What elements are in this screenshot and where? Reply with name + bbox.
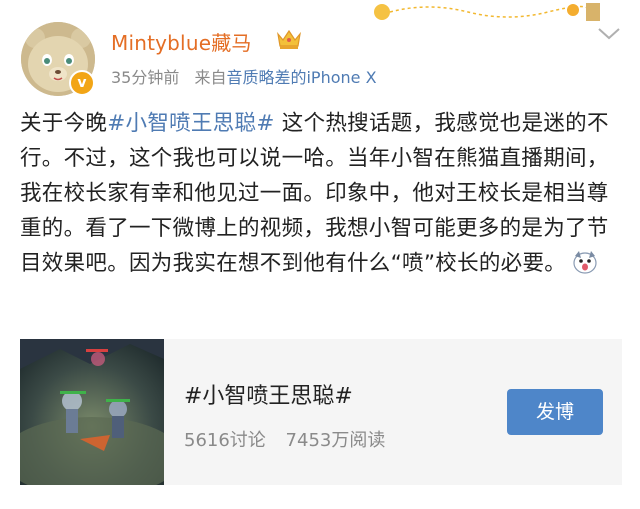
topic-thumbnail xyxy=(20,339,164,485)
avatar[interactable]: v xyxy=(21,22,95,96)
post-meta: 35分钟前 来自音质略差的iPhone X xyxy=(111,64,377,88)
source-link[interactable]: 音质略差的iPhone X xyxy=(226,68,376,87)
decorative-banner-icon xyxy=(374,3,600,21)
post-text-lead: 关于今晚 xyxy=(20,111,108,136)
source-prefix: 来自 xyxy=(194,68,227,87)
discussion-count: 5616讨论 xyxy=(184,430,266,451)
username[interactable]: Mintyblue藏马 xyxy=(111,27,252,56)
post-time: 35分钟前 xyxy=(111,68,180,87)
post-header: v Mintyblue藏马 35分钟前 来自音质略差的iPhone X xyxy=(0,0,640,100)
read-count: 7453万阅读 xyxy=(285,430,386,451)
game-scene-image xyxy=(20,339,164,485)
post-body: 关于今晚#小智喷王思聪# 这个热搜话题，我感觉也是迷的不行。不过，这个我也可以说… xyxy=(20,106,620,281)
post-button[interactable]: 发博 xyxy=(507,389,603,435)
dog-emoji-icon xyxy=(573,251,597,274)
topic-title[interactable]: #小智喷王思聪# xyxy=(184,378,353,410)
topic-stats: 5616讨论 7453万阅读 xyxy=(184,426,385,452)
verified-icon: v xyxy=(69,70,95,96)
crown-icon xyxy=(277,29,301,49)
chevron-down-icon[interactable] xyxy=(596,24,622,42)
topic-card[interactable]: #小智喷王思聪# 5616讨论 7453万阅读 发博 xyxy=(20,339,622,485)
hashtag-link[interactable]: #小智喷王思聪# xyxy=(107,111,274,136)
